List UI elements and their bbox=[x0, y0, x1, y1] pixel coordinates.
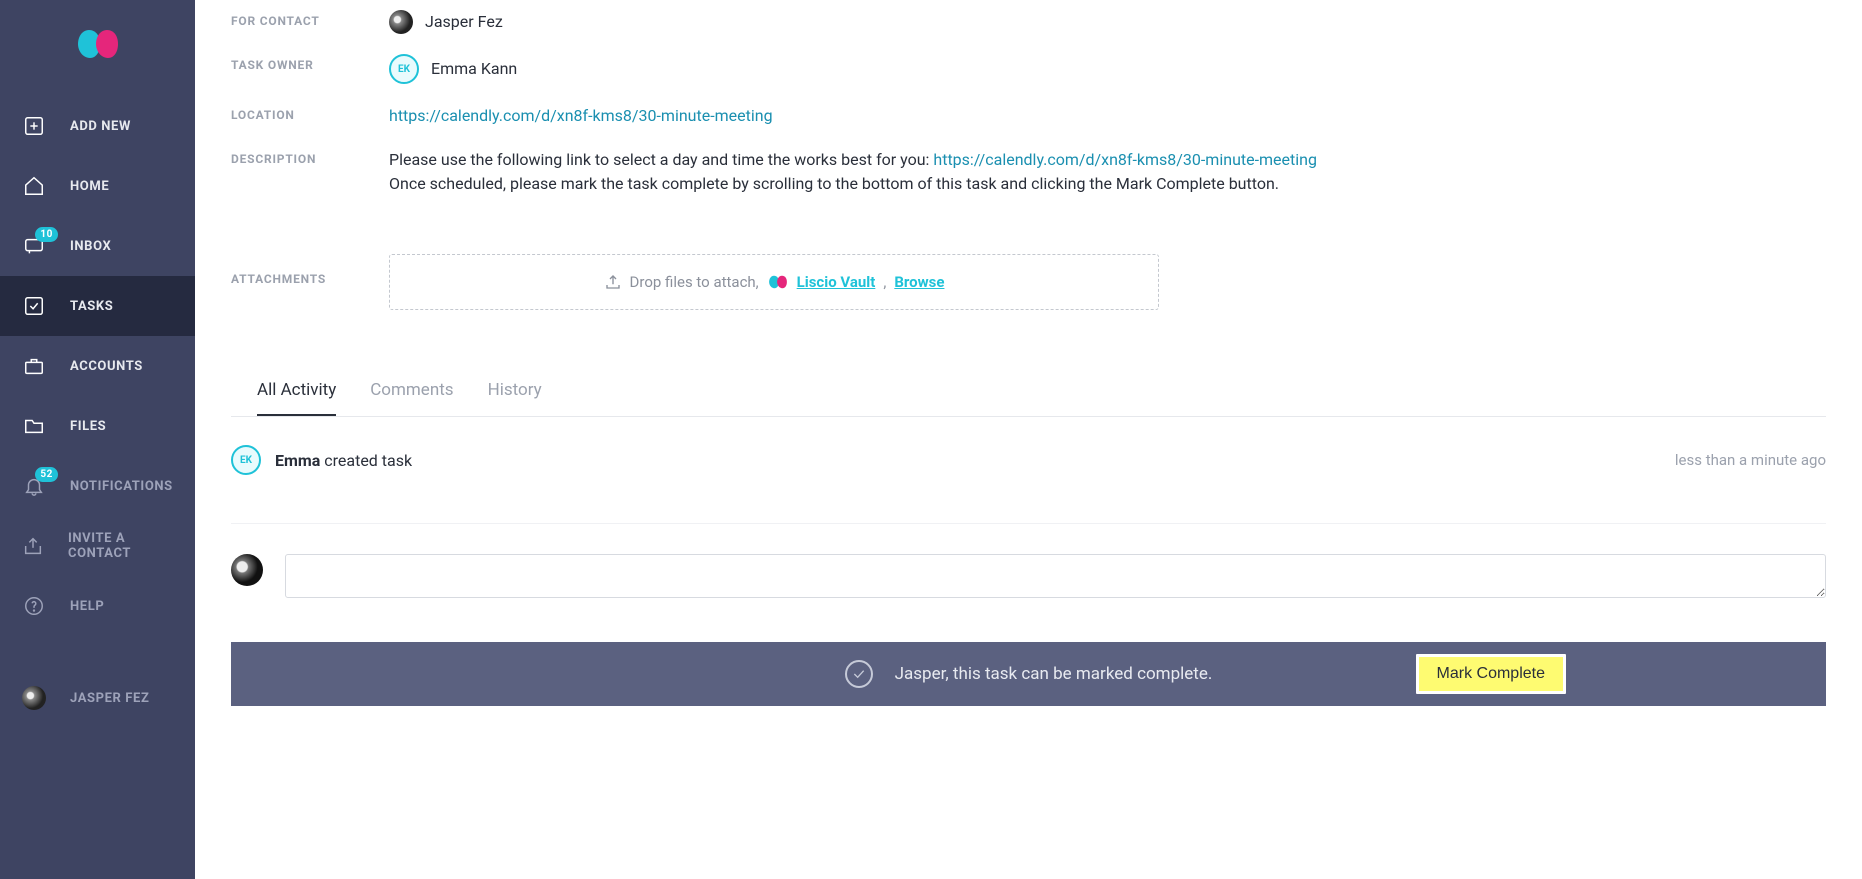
tab-comments[interactable]: Comments bbox=[370, 366, 453, 416]
comment-avatar-icon bbox=[231, 554, 263, 586]
briefcase-icon bbox=[22, 354, 46, 378]
folder-icon bbox=[22, 414, 46, 438]
nav-item-files[interactable]: FILES bbox=[0, 396, 195, 456]
row-task-owner: TASK OWNER EK Emma Kann bbox=[231, 44, 1826, 94]
complete-message: Jasper, this task can be marked complete… bbox=[895, 664, 1213, 684]
nav-item-accounts[interactable]: ACCOUNTS bbox=[0, 336, 195, 396]
check-circle-icon bbox=[845, 660, 873, 688]
nav-label: HOME bbox=[70, 179, 109, 194]
nav-label: INVITE A CONTACT bbox=[68, 531, 173, 561]
activity-time: less than a minute ago bbox=[1675, 451, 1826, 469]
sidebar: ADD NEW HOME 10 INBOX TASKS bbox=[0, 0, 195, 879]
nav-label: HELP bbox=[70, 599, 104, 614]
badge: 10 bbox=[35, 227, 58, 242]
label-attachments: ATTACHMENTS bbox=[231, 254, 389, 286]
main-content: FOR CONTACT Jasper Fez TASK OWNER EK Emm… bbox=[195, 0, 1862, 879]
comment-input[interactable] bbox=[285, 554, 1826, 598]
nav-item-invite[interactable]: INVITE A CONTACT bbox=[0, 516, 195, 576]
separator: , bbox=[883, 273, 886, 291]
row-description: DESCRIPTION Please use the following lin… bbox=[231, 138, 1826, 206]
liscio-vault-link[interactable]: Liscio Vault bbox=[797, 273, 876, 291]
inbox-icon: 10 bbox=[22, 234, 46, 258]
nav-label: TASKS bbox=[70, 299, 113, 314]
label-for-contact: FOR CONTACT bbox=[231, 10, 389, 28]
nav-item-notifications[interactable]: 52 NOTIFICATIONS bbox=[0, 456, 195, 516]
check-square-icon bbox=[22, 294, 46, 318]
badge: 52 bbox=[35, 467, 58, 482]
nav-item-home[interactable]: HOME bbox=[0, 156, 195, 216]
nav-label: ADD NEW bbox=[70, 119, 131, 134]
description-text: Please use the following link to select … bbox=[389, 148, 1317, 196]
row-location: LOCATION https://calendly.com/d/xn8f-kms… bbox=[231, 94, 1826, 138]
activity-item: EK Emma created task less than a minute … bbox=[231, 417, 1826, 524]
description-line2: Once scheduled, please mark the task com… bbox=[389, 174, 1279, 193]
tabs: All Activity Comments History bbox=[231, 366, 1826, 417]
logo-icon bbox=[76, 26, 120, 62]
mark-complete-button[interactable]: Mark Complete bbox=[1416, 654, 1566, 694]
share-icon bbox=[22, 534, 44, 558]
attachments-dropzone[interactable]: Drop files to attach, Liscio Vault , Bro… bbox=[389, 254, 1159, 310]
plus-square-icon bbox=[22, 114, 46, 138]
tab-history[interactable]: History bbox=[488, 366, 542, 416]
owner-name: Emma Kann bbox=[431, 57, 517, 81]
tab-all-activity[interactable]: All Activity bbox=[257, 366, 336, 416]
nav-label: FILES bbox=[70, 419, 106, 434]
description-link[interactable]: https://calendly.com/d/xn8f-kms8/30-minu… bbox=[933, 150, 1317, 169]
user-avatar-icon bbox=[22, 686, 46, 710]
activity-avatar-icon: EK bbox=[231, 445, 261, 475]
vault-logo-icon bbox=[767, 274, 789, 290]
nav-item-inbox[interactable]: 10 INBOX bbox=[0, 216, 195, 276]
user-name: JASPER FEZ bbox=[70, 691, 149, 706]
drop-text: Drop files to attach, bbox=[630, 273, 759, 291]
activity-actor: Emma bbox=[275, 451, 320, 470]
owner-avatar-icon: EK bbox=[389, 54, 419, 84]
nav-item-tasks[interactable]: TASKS bbox=[0, 276, 195, 336]
activity-action: created task bbox=[320, 451, 412, 470]
row-attachments: ATTACHMENTS Drop files to attach, Liscio… bbox=[231, 244, 1826, 320]
nav-user[interactable]: JASPER FEZ bbox=[0, 668, 195, 728]
label-task-owner: TASK OWNER bbox=[231, 54, 389, 72]
contact-name: Jasper Fez bbox=[425, 10, 503, 34]
nav-item-help[interactable]: HELP bbox=[0, 576, 195, 636]
label-location: LOCATION bbox=[231, 104, 389, 122]
complete-bar: Jasper, this task can be marked complete… bbox=[231, 642, 1826, 706]
comment-row bbox=[231, 524, 1826, 632]
upload-icon bbox=[604, 273, 622, 291]
row-for-contact: FOR CONTACT Jasper Fez bbox=[231, 0, 1826, 44]
home-icon bbox=[22, 174, 46, 198]
nav-item-add-new[interactable]: ADD NEW bbox=[0, 96, 195, 156]
nav-label: INBOX bbox=[70, 239, 111, 254]
help-icon bbox=[22, 594, 46, 618]
location-link[interactable]: https://calendly.com/d/xn8f-kms8/30-minu… bbox=[389, 106, 773, 125]
description-pre: Please use the following link to select … bbox=[389, 150, 933, 169]
activity-text: Emma created task bbox=[275, 451, 412, 470]
nav-label: NOTIFICATIONS bbox=[70, 479, 173, 494]
browse-link[interactable]: Browse bbox=[894, 273, 944, 291]
nav: ADD NEW HOME 10 INBOX TASKS bbox=[0, 88, 195, 728]
logo bbox=[0, 0, 195, 88]
nav-label: ACCOUNTS bbox=[70, 359, 143, 374]
bell-icon: 52 bbox=[22, 474, 46, 498]
label-description: DESCRIPTION bbox=[231, 148, 389, 166]
contact-avatar-icon bbox=[389, 10, 413, 34]
